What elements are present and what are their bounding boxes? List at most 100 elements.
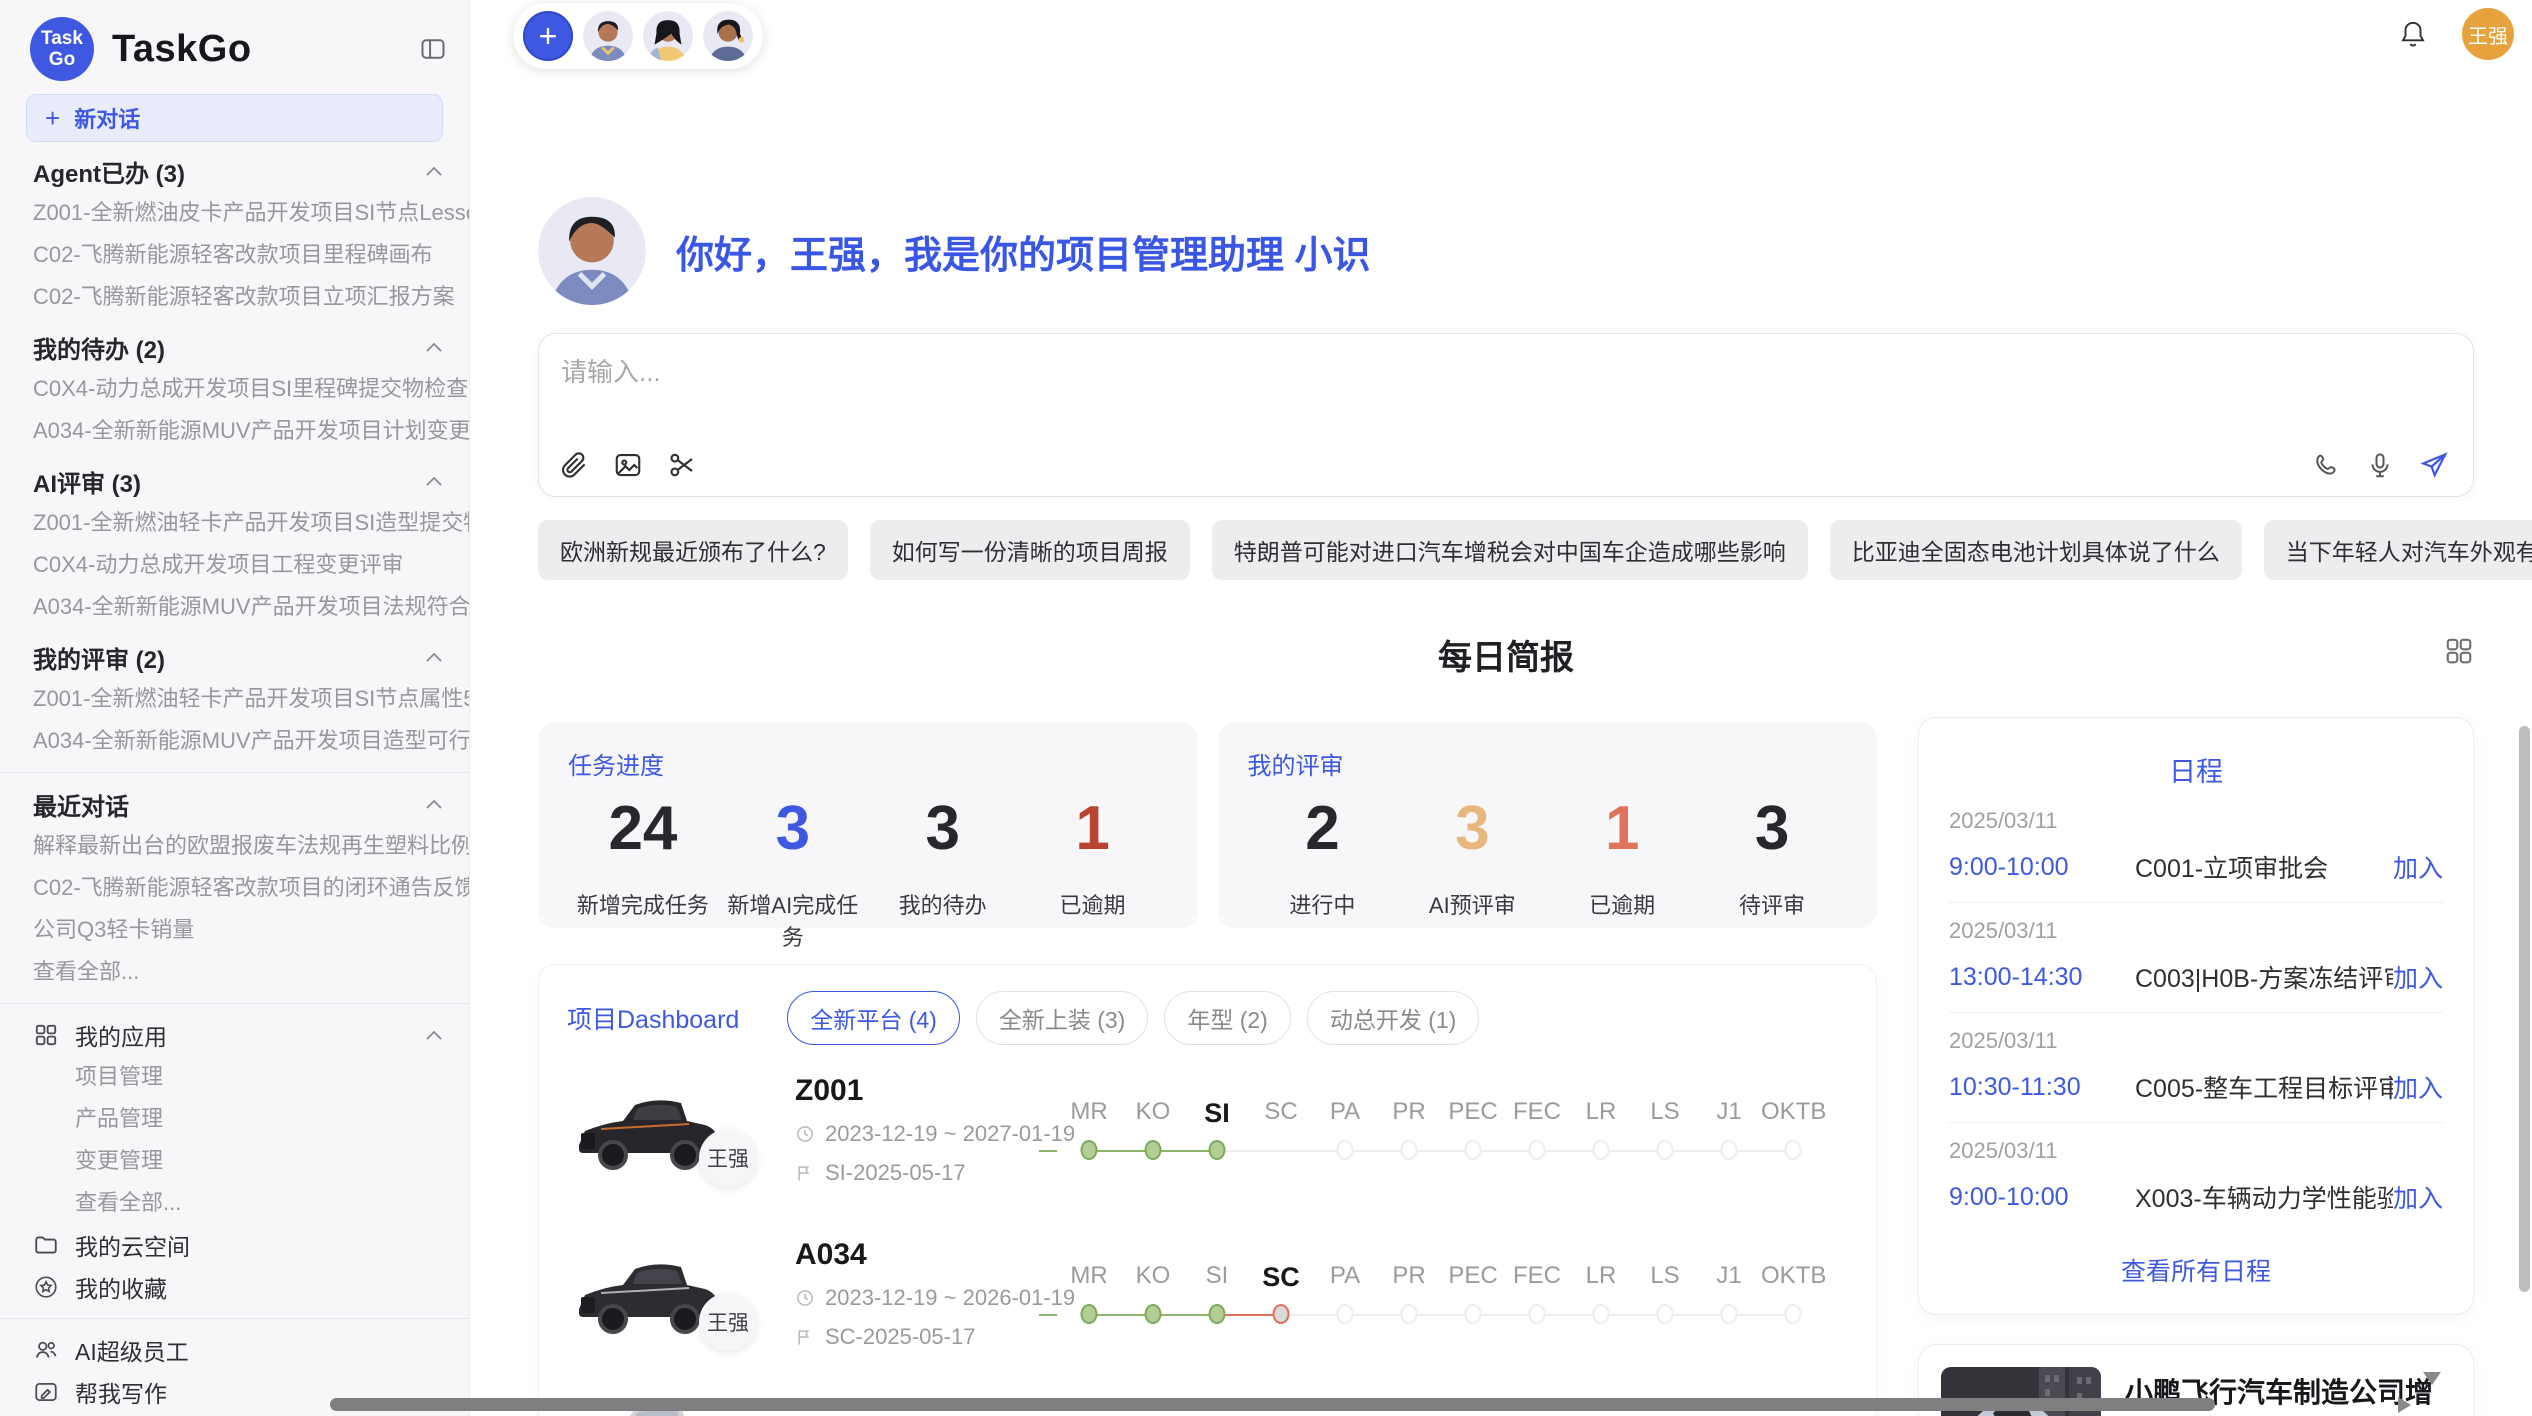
chevron-up-icon[interactable] (425, 474, 443, 488)
horizontal-scrollbar-thumb[interactable] (330, 1398, 2215, 1411)
app-subitem[interactable]: 项目管理 (0, 1056, 469, 1098)
project-row[interactable]: 王强 Z001 2023-12-19 ~ 2027-01-19 SI-2025-… (567, 1051, 1848, 1209)
logo-row: Task Go TaskGo (0, 10, 469, 88)
sidebar-item[interactable]: A034-全新新能源MUV产品开发项目造型可行性评审 (0, 720, 469, 762)
suggestion-chips: 欧洲新规最近颁布了什么? 如何写一份清晰的项目周报特朗普可能对进口汽车增税会对中国… (538, 520, 2474, 580)
sidebar-section-header[interactable]: 最近对话 (0, 783, 469, 825)
milestone-dot[interactable] (1657, 1304, 1674, 1324)
suggestion-chip[interactable]: 特朗普可能对进口汽车增税会对中国车企造成哪些影响 (1212, 520, 1808, 580)
sidebar-item[interactable]: C02-飞腾新能源轻客改款项目里程碑画布 (0, 234, 469, 276)
stat: 24新增完成任务 (568, 793, 718, 952)
agent-avatar-1[interactable] (583, 11, 633, 61)
milestone-dot[interactable] (1593, 1140, 1610, 1160)
schedule-join-link[interactable]: 加入 (2393, 959, 2443, 995)
vertical-scrollbar-thumb[interactable] (2519, 726, 2530, 1292)
sidebar-item-favorites[interactable]: 我的收藏 (0, 1266, 469, 1308)
dashboard-tab[interactable]: 全新上装 (3) (976, 991, 1149, 1045)
milestone-dot[interactable] (1657, 1140, 1674, 1160)
agent-avatar-3[interactable] (703, 11, 753, 61)
chevron-up-icon[interactable] (425, 164, 443, 178)
schedule-entry: 2025/03/119:00-10:00C001-立项审批会加入 (1949, 793, 2443, 903)
scissors-icon[interactable] (667, 450, 697, 480)
suggestion-chip[interactable]: 如何写一份清晰的项目周报 (870, 520, 1190, 580)
milestone-dot[interactable] (1273, 1304, 1290, 1324)
sidebar-section-header[interactable]: 我的待办 (2) (0, 326, 469, 368)
new-chat-button[interactable]: + 新对话 (26, 94, 443, 142)
recent-conversation-item[interactable]: 解释最新出台的欧盟报废车法规再生塑料比例被调至15%... (0, 825, 469, 867)
sidebar-item-cloud-space[interactable]: 我的云空间 (0, 1224, 469, 1266)
sidebar-item[interactable]: C0X4-动力总成开发项目SI里程碑提交物检查 (0, 368, 469, 410)
milestone-dot[interactable] (1721, 1304, 1738, 1324)
layout-grid-icon[interactable] (2444, 636, 2474, 666)
sidebar-item-ai-super-staff[interactable]: AI超级员工 (0, 1329, 469, 1371)
app-subitem[interactable]: 变更管理 (0, 1140, 469, 1182)
scroll-right-arrow[interactable] (2398, 1397, 2411, 1413)
agent-avatar-2[interactable] (643, 11, 693, 61)
app-subitem[interactable]: 产品管理 (0, 1098, 469, 1140)
milestone-dot[interactable] (1145, 1140, 1162, 1160)
sidebar-item[interactable]: C02-飞腾新能源轻客改款项目立项汇报方案 (0, 276, 469, 318)
project-row[interactable]: 王强 A034 2023-12-19 ~ 2026-01-19 SC-2025-… (567, 1215, 1848, 1373)
milestone-dot[interactable] (1465, 1304, 1482, 1324)
chevron-up-icon[interactable] (425, 650, 443, 664)
send-icon[interactable] (2419, 450, 2449, 480)
milestone-dot[interactable] (1785, 1304, 1802, 1324)
milestone-dot[interactable] (1529, 1140, 1546, 1160)
chevron-up-icon[interactable] (425, 340, 443, 354)
milestone-dot[interactable] (1145, 1304, 1162, 1324)
app-subitem[interactable]: 查看全部... (0, 1182, 469, 1224)
milestone-dot[interactable] (1593, 1304, 1610, 1324)
milestone-dot[interactable] (1337, 1140, 1354, 1160)
image-icon[interactable] (613, 450, 643, 480)
milestone-dot[interactable] (1785, 1140, 1802, 1160)
recent-view-all-link[interactable]: 查看全部... (0, 951, 469, 993)
schedule-join-link[interactable]: 加入 (2393, 849, 2443, 885)
sidebar-item[interactable]: Z001-全新燃油轻卡产品开发项目SI造型提交物评审 (0, 502, 469, 544)
phone-icon[interactable] (2311, 450, 2341, 480)
schedule-join-link[interactable]: 加入 (2393, 1069, 2443, 1105)
recent-conversation-item[interactable]: 公司Q3轻卡销量 (0, 909, 469, 951)
sidebar-section-header[interactable]: Agent已办 (3) (0, 150, 469, 192)
milestone-dot[interactable] (1529, 1304, 1546, 1324)
sidebar-section-header[interactable]: AI评审 (3) (0, 460, 469, 502)
milestone-dot[interactable] (1721, 1140, 1738, 1160)
attachment-icon[interactable] (559, 450, 589, 480)
sidebar-item-my-apps[interactable]: 我的应用 (0, 1014, 469, 1056)
notification-bell-icon[interactable] (2398, 19, 2428, 49)
milestone-dot[interactable] (1401, 1140, 1418, 1160)
milestone-line (1281, 1150, 1345, 1152)
milestone-dot[interactable] (1209, 1304, 1226, 1324)
chat-input[interactable] (559, 356, 1723, 389)
suggestion-chip[interactable]: 当下年轻人对汽车外观有怎样的喜好趋势 (2264, 520, 2532, 580)
stat-label: 已逾期 (1018, 888, 1168, 920)
sidebar-item[interactable]: Z001-全新燃油轻卡产品开发项目SI节点属性5D文件评审 (0, 678, 469, 720)
add-agent-button[interactable]: + (523, 11, 573, 61)
view-all-schedule-link[interactable]: 查看所有日程 (1949, 1232, 2443, 1304)
dashboard-tab[interactable]: 动总开发 (1) (1307, 991, 1480, 1045)
scroll-down-arrow[interactable] (2423, 1372, 2441, 1385)
milestone-dot[interactable] (1337, 1304, 1354, 1324)
milestone-dot[interactable] (1081, 1304, 1098, 1324)
dashboard-tab[interactable]: 全新平台 (4) (787, 991, 960, 1045)
milestone-dot[interactable] (1081, 1140, 1098, 1160)
sidebar-item[interactable]: A034-全新新能源MUV产品开发项目法规符合性评审 (0, 586, 469, 628)
sidebar-item[interactable]: A034-全新新能源MUV产品开发项目计划变更表编写 (0, 410, 469, 452)
chevron-up-icon[interactable] (425, 797, 443, 811)
suggestion-chip[interactable]: 比亚迪全固态电池计划具体说了什么 (1830, 520, 2242, 580)
sidebar-item[interactable]: C0X4-动力总成开发项目工程变更评审 (0, 544, 469, 586)
milestone-dot[interactable] (1401, 1304, 1418, 1324)
sidebar-item[interactable]: Z001-全新燃油皮卡产品开发项目SI节点Lesson Learn报告 (0, 192, 469, 234)
milestone-dot[interactable] (1209, 1140, 1226, 1160)
milestone-label: PA (1313, 1262, 1377, 1293)
recent-conversation-item[interactable]: C02-飞腾新能源轻客改款项目的闭环通告反馈情况 (0, 867, 469, 909)
milestone-line (1281, 1314, 1345, 1316)
suggestion-chip[interactable]: 欧洲新规最近颁布了什么? (538, 520, 848, 580)
milestone-dot[interactable] (1465, 1140, 1482, 1160)
sidebar-collapse-icon[interactable] (419, 35, 447, 63)
schedule-join-link[interactable]: 加入 (2393, 1179, 2443, 1215)
chevron-up-icon[interactable] (425, 1028, 443, 1042)
sidebar-section-header[interactable]: 我的评审 (2) (0, 636, 469, 678)
dashboard-tab[interactable]: 年型 (2) (1164, 991, 1291, 1045)
user-avatar[interactable]: 王强 (2462, 8, 2514, 60)
microphone-icon[interactable] (2365, 450, 2395, 480)
